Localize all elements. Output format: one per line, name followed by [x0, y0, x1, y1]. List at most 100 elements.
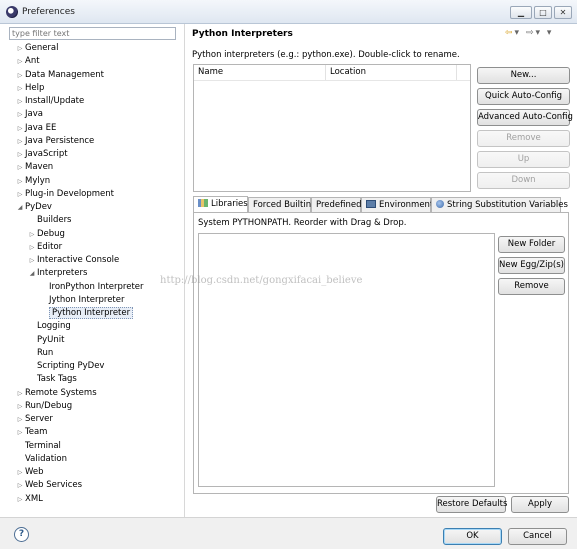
new-egg-zip-button[interactable]: New Egg/Zip(s): [498, 257, 565, 274]
expand-arrow-icon[interactable]: ▷: [15, 175, 25, 188]
tab-forced-builtins[interactable]: Forced Builtins: [248, 197, 316, 212]
tree-item-label: Builders: [37, 215, 72, 226]
expand-arrow-icon[interactable]: ◢: [15, 201, 25, 214]
expand-arrow-icon[interactable]: ▷: [15, 42, 25, 55]
forward-menu-icon[interactable]: ▾: [536, 28, 543, 38]
tree-item[interactable]: Task Tags: [27, 373, 77, 386]
expand-arrow-icon[interactable]: ▷: [15, 413, 25, 426]
remove-interpreter-button[interactable]: Remove: [477, 130, 570, 147]
tab-forced-builtins-label: Forced Builtins: [253, 200, 316, 210]
quick-auto-config-button[interactable]: Quick Auto-Config: [477, 88, 570, 105]
tree-item[interactable]: ▷ Editor: [27, 241, 62, 254]
expand-arrow-icon[interactable]: ◢: [27, 267, 37, 280]
maximize-button[interactable]: □: [534, 6, 552, 19]
expand-arrow-icon[interactable]: ▷: [15, 135, 25, 148]
tree-item[interactable]: ▷ Web: [15, 466, 44, 479]
tab-libraries[interactable]: Libraries: [193, 196, 248, 213]
tree-item[interactable]: Builders: [27, 214, 72, 227]
tree-item[interactable]: Run: [27, 347, 53, 360]
expand-arrow-icon[interactable]: ▷: [15, 95, 25, 108]
tree-item[interactable]: Jython Interpreter: [39, 294, 125, 307]
tree-item[interactable]: ▷ Maven: [15, 161, 54, 174]
new-button[interactable]: New...: [477, 67, 570, 84]
sash-divider[interactable]: [184, 24, 185, 517]
expand-arrow-icon[interactable]: ▷: [15, 55, 25, 68]
tree-item[interactable]: ▷ Data Management: [15, 69, 104, 82]
tree-item[interactable]: ▷ Java Persistence: [15, 135, 95, 148]
tree-item[interactable]: ▷ JavaScript: [15, 148, 68, 161]
tree-item[interactable]: Scripting PyDev: [27, 360, 104, 373]
tree-item[interactable]: ▷ Server: [15, 413, 53, 426]
tree-item-label: PyUnit: [37, 334, 65, 345]
expand-arrow-icon[interactable]: ▷: [15, 122, 25, 135]
tree-item-label: Data Management: [25, 69, 104, 80]
close-button[interactable]: ✕: [554, 6, 572, 19]
back-arrow-icon[interactable]: ⇦: [505, 28, 515, 38]
expand-arrow-icon[interactable]: ▷: [15, 69, 25, 82]
help-icon[interactable]: ?: [14, 527, 29, 542]
expand-arrow-icon[interactable]: ▷: [15, 400, 25, 413]
expand-arrow-icon[interactable]: ▷: [15, 82, 25, 95]
tree-item[interactable]: ▷ Mylyn: [15, 175, 50, 188]
up-button[interactable]: Up: [477, 151, 570, 168]
column-header-location[interactable]: Location: [326, 65, 457, 80]
tree-item[interactable]: ▷ XML: [15, 493, 43, 506]
tree-item[interactable]: ▷ General: [15, 42, 59, 55]
apply-button[interactable]: Apply: [511, 496, 569, 513]
tree-item[interactable]: ▷ Remote Systems: [15, 387, 97, 400]
tree-item[interactable]: ▷ Debug: [27, 228, 65, 241]
restore-defaults-button[interactable]: Restore Defaults: [436, 496, 507, 513]
expand-arrow-icon[interactable]: ▷: [27, 241, 37, 254]
remove-library-button[interactable]: Remove: [498, 278, 565, 295]
tree-item[interactable]: ◢ PyDev: [15, 201, 52, 214]
tree-item[interactable]: IronPython Interpreter: [39, 281, 144, 294]
tree-item[interactable]: ◢ Interpreters: [27, 267, 88, 280]
expand-arrow-icon[interactable]: ▷: [15, 188, 25, 201]
tab-string-substitution-variables[interactable]: String Substitution Variables: [431, 197, 568, 212]
expand-arrow-icon[interactable]: ▷: [15, 493, 25, 506]
expand-arrow-icon[interactable]: ▷: [15, 108, 25, 121]
filter-input[interactable]: [9, 27, 176, 40]
tree-item[interactable]: PyUnit: [27, 334, 64, 347]
advanced-auto-config-button[interactable]: Advanced Auto-Config: [477, 109, 573, 126]
tree-item[interactable]: ▷ Interactive Console: [27, 254, 120, 267]
tree-item-label: PyDev: [25, 202, 52, 212]
tree-item[interactable]: ▷ Plug-in Development: [15, 188, 114, 201]
ok-button[interactable]: OK: [443, 528, 502, 545]
tree-item-label: Java EE: [25, 122, 57, 133]
back-menu-icon[interactable]: ▾: [515, 28, 522, 38]
interpreters-table[interactable]: Name Location: [193, 64, 471, 192]
tab-predefined[interactable]: Predefined: [311, 197, 362, 212]
tree-item[interactable]: ▷ Java: [15, 108, 43, 121]
tab-environment[interactable]: Environment: [361, 197, 433, 212]
expand-arrow-icon[interactable]: ▷: [15, 387, 25, 400]
expand-arrow-icon[interactable]: ▷: [15, 161, 25, 174]
new-folder-button[interactable]: New Folder: [498, 236, 565, 253]
tree-item[interactable]: ▷ Web Services: [15, 479, 82, 492]
tree-item[interactable]: ▷ Team: [15, 426, 48, 439]
view-menu-icon[interactable]: ▾: [547, 28, 554, 38]
expand-arrow-icon[interactable]: ▷: [27, 228, 37, 241]
tree-item-label: Maven: [25, 162, 54, 173]
tree-item[interactable]: ▷ Ant: [15, 55, 40, 68]
expand-arrow-icon[interactable]: ▷: [27, 254, 37, 267]
expand-arrow-icon[interactable]: ▷: [15, 466, 25, 479]
tree-item[interactable]: Python Interpreter: [39, 307, 134, 320]
tree-item[interactable]: ▷ Run/Debug: [15, 400, 72, 413]
cancel-button[interactable]: Cancel: [508, 528, 567, 545]
tree-item[interactable]: ▷ Java EE: [15, 122, 57, 135]
down-button[interactable]: Down: [477, 172, 570, 189]
expand-arrow-icon[interactable]: ▷: [15, 426, 25, 439]
expand-arrow-icon[interactable]: ▷: [15, 479, 25, 492]
column-header-name[interactable]: Name: [194, 65, 326, 80]
libraries-tree[interactable]: [198, 233, 495, 487]
tree-item[interactable]: Validation: [15, 453, 67, 466]
forward-arrow-icon[interactable]: ⇨: [526, 28, 536, 38]
tree-item[interactable]: Terminal: [15, 440, 61, 453]
tree-item[interactable]: ▷ Install/Update: [15, 95, 85, 108]
expand-arrow-icon[interactable]: ▷: [15, 148, 25, 161]
minimize-button[interactable]: ▁: [510, 6, 532, 19]
tree-item[interactable]: ▷ Help: [15, 82, 45, 95]
tree-item[interactable]: Logging: [27, 320, 71, 333]
tree-item-label: Remote Systems: [25, 387, 97, 398]
